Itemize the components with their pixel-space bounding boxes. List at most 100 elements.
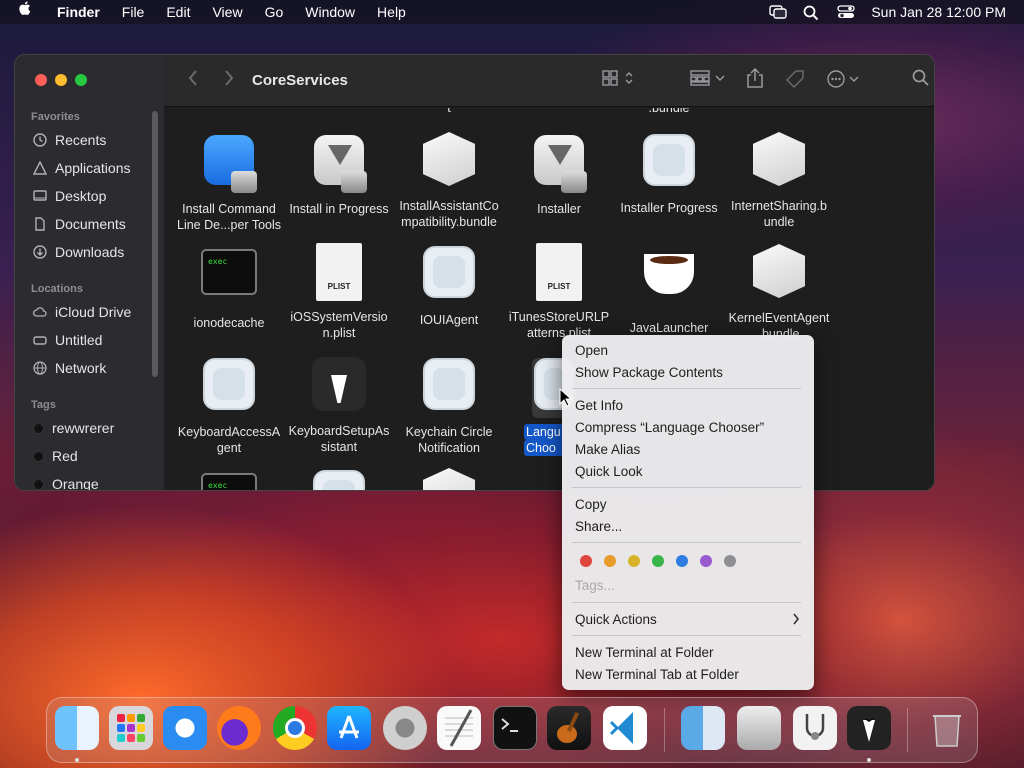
menu-help[interactable]: Help xyxy=(366,0,417,24)
share-icon[interactable] xyxy=(746,67,764,94)
file-javalauncher[interactable]: JavaLauncher xyxy=(614,242,724,336)
more-actions-icon[interactable] xyxy=(826,69,860,94)
menu-item-show-package-contents[interactable]: Show Package Contents xyxy=(575,364,723,382)
disk-utility-icon[interactable] xyxy=(793,706,837,750)
chrome-icon[interactable] xyxy=(273,706,317,750)
terminal-icon[interactable] xyxy=(493,706,537,750)
icon-view-grid-icon[interactable] xyxy=(602,69,636,92)
tag-color-blue[interactable] xyxy=(676,555,688,567)
menu-item-quick-look[interactable]: Quick Look xyxy=(575,463,643,481)
system-settings-icon[interactable] xyxy=(383,706,427,750)
sidebar-item-icloud-drive[interactable]: iCloud Drive xyxy=(33,301,131,323)
file-keyboardsetupassistant[interactable]: KeyboardSetupAs sistant xyxy=(284,354,394,455)
menu-item-quick-actions[interactable]: Quick Actions xyxy=(575,611,657,629)
menu-window[interactable]: Window xyxy=(294,0,366,24)
menu-item-new-terminal-at-folder[interactable]: New Terminal at Folder xyxy=(575,644,714,662)
tag-color-red[interactable] xyxy=(580,555,592,567)
tag-color-yellow[interactable] xyxy=(628,555,640,567)
control-center-icon[interactable] xyxy=(837,5,855,19)
forward-chevron-icon[interactable] xyxy=(224,69,234,92)
firefox-icon[interactable] xyxy=(217,706,261,750)
menu-item-copy[interactable]: Copy xyxy=(575,496,607,514)
vscode-icon[interactable] xyxy=(603,706,647,750)
file-kerneleventagent-bundle[interactable]: KernelEventAgent .bundle xyxy=(724,242,834,342)
garageband-icon[interactable] xyxy=(547,706,591,750)
file-installer[interactable]: Installer xyxy=(504,130,614,217)
menu-item-new-terminal-tab-at-folder[interactable]: New Terminal Tab at Folder xyxy=(575,666,739,684)
menu-file[interactable]: File xyxy=(111,0,156,24)
menu-item-get-info[interactable]: Get Info xyxy=(575,397,623,415)
file-install-command-line-tools[interactable]: Install Command Line De...per Tools xyxy=(174,130,284,233)
file-installassistant-compatibility[interactable]: InstallAssistantCo mpatibility.bundle xyxy=(394,130,504,230)
menu-view[interactable]: View xyxy=(201,0,253,24)
keyboard-setup-icon[interactable] xyxy=(847,706,891,750)
menu-app-name[interactable]: Finder xyxy=(46,0,111,24)
safari-icon[interactable] xyxy=(163,706,207,750)
sidebar-section-tags: Tags xyxy=(31,399,56,411)
spotlight-search-icon[interactable] xyxy=(803,5,821,21)
sidebar-item-network[interactable]: Network xyxy=(33,357,106,379)
file-label: Notification xyxy=(418,441,480,455)
file-partial-bundle[interactable] xyxy=(394,466,504,490)
tag-icon[interactable] xyxy=(785,69,806,94)
file-iouiagent[interactable]: IOUIAgent xyxy=(394,242,504,328)
coffee-cup-icon xyxy=(639,254,699,314)
finder-alt-icon[interactable] xyxy=(681,706,725,750)
sidebar-item-downloads[interactable]: Downloads xyxy=(33,241,124,263)
file-ionodecache[interactable]: exec ionodecache xyxy=(174,242,284,331)
launchpad-icon[interactable] xyxy=(109,706,153,750)
tag-color-green[interactable] xyxy=(652,555,664,567)
sidebar-tag-red[interactable]: Red xyxy=(33,445,78,467)
file-partial-ghost[interactable] xyxy=(284,466,394,490)
running-indicator xyxy=(75,758,79,762)
file-iossystemversion-plist[interactable]: PLIST iOSSystemVersio n.plist xyxy=(284,242,394,341)
dock-divider xyxy=(907,708,908,752)
sidebar-scrollbar[interactable] xyxy=(152,111,158,377)
desktop-icon xyxy=(33,189,47,203)
sidebar-tag-rewwrerer[interactable]: rewwrerer xyxy=(33,417,114,439)
zoom-window-button[interactable] xyxy=(75,74,87,86)
installer-icon[interactable] xyxy=(737,706,781,750)
file-keychain-circle-notification[interactable]: Keychain Circle Notification xyxy=(394,354,504,456)
sidebar-item-recents[interactable]: Recents xyxy=(33,129,106,151)
apple-menu-icon[interactable] xyxy=(0,0,46,24)
file-install-in-progress[interactable]: Install in Progress xyxy=(284,130,394,217)
window-title: CoreServices xyxy=(252,72,348,89)
file-keyboardaccessagent[interactable]: KeyboardAccessA gent xyxy=(174,354,284,456)
sidebar-tag-orange[interactable]: Orange xyxy=(33,473,99,490)
sidebar-item-desktop[interactable]: Desktop xyxy=(33,185,106,207)
bundle-icon xyxy=(749,132,809,192)
menu-bar-clock[interactable]: Sun Jan 28 12:00 PM xyxy=(871,4,1006,20)
screen-mirroring-icon[interactable] xyxy=(769,5,788,19)
tag-color-gray[interactable] xyxy=(724,555,736,567)
menu-go[interactable]: Go xyxy=(254,0,295,24)
app-store-icon[interactable] xyxy=(327,706,371,750)
sidebar-item-applications[interactable]: Applications xyxy=(32,157,131,179)
trash-icon[interactable] xyxy=(925,706,969,750)
file-partial-exec[interactable]: exec xyxy=(174,466,284,490)
sidebar-item-documents[interactable]: Documents xyxy=(33,213,126,235)
tag-color-orange[interactable] xyxy=(604,555,616,567)
textedit-icon[interactable] xyxy=(437,706,481,750)
sidebar-section-favorites: Favorites xyxy=(31,111,80,123)
file-label: ionodecache xyxy=(193,316,265,330)
minimize-window-button[interactable] xyxy=(55,74,67,86)
back-chevron-icon[interactable] xyxy=(188,69,198,92)
menu-item-tags[interactable]: Tags... xyxy=(575,577,615,595)
file-installer-progress[interactable]: Installer Progress xyxy=(614,130,724,216)
menu-item-make-alias[interactable]: Make Alias xyxy=(575,441,640,459)
menu-item-share[interactable]: Share... xyxy=(575,518,622,536)
menu-item-open[interactable]: Open xyxy=(575,342,608,360)
sidebar-item-untitled[interactable]: Untitled xyxy=(33,329,102,351)
finder-icon[interactable] xyxy=(55,706,99,750)
file-itunesstoreurlpatterns-plist[interactable]: PLIST iTunesStoreURLP atterns.plist xyxy=(504,242,614,341)
menu-item-compress[interactable]: Compress “Language Chooser” xyxy=(575,419,764,437)
menu-edit[interactable]: Edit xyxy=(155,0,201,24)
tag-color-purple[interactable] xyxy=(700,555,712,567)
file-label: Keychain Circle xyxy=(405,425,493,439)
file-internetsharing-bundle[interactable]: InternetSharing.b undle xyxy=(724,130,834,230)
search-icon[interactable] xyxy=(912,69,930,92)
context-menu: Open Show Package Contents Get Info Comp… xyxy=(562,335,814,690)
close-window-button[interactable] xyxy=(35,74,47,86)
group-by-icon[interactable] xyxy=(690,69,728,92)
